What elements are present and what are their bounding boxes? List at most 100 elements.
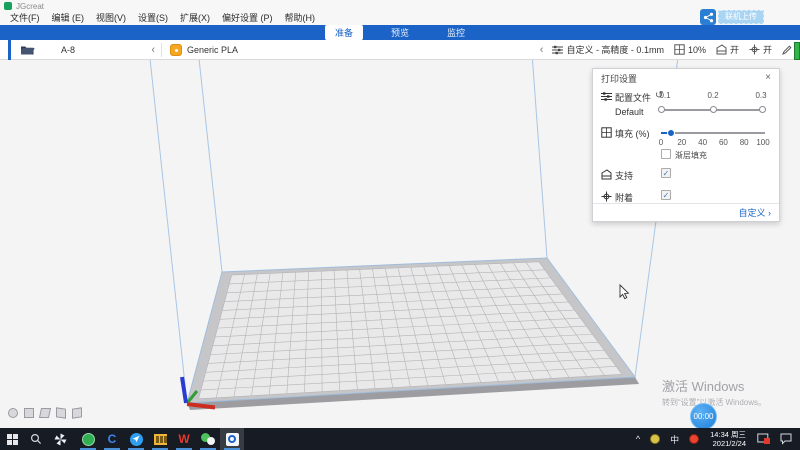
menu-help[interactable]: 帮助(H) [279, 12, 322, 25]
gradual-infill-label: 渐层填充 [675, 150, 707, 161]
infill-tick-0: 0 [659, 138, 663, 147]
search-button[interactable] [24, 428, 48, 450]
infill-tick-80: 80 [740, 138, 749, 147]
taskbar-app-wechat[interactable] [196, 428, 220, 450]
edit-pencil-icon[interactable] [782, 45, 792, 55]
profile-sliders-icon [601, 91, 612, 102]
infill-summary-value: 10% [688, 45, 706, 55]
adhesion-checkbox[interactable]: ✓ [661, 190, 671, 200]
window-title: JGcreat [16, 2, 44, 11]
material-selector[interactable]: Generic PLA [162, 40, 246, 60]
tray-red-icon[interactable] [684, 434, 704, 444]
gradual-infill-checkbox[interactable] [661, 149, 671, 159]
view-top-icon[interactable] [39, 408, 51, 418]
app-logo-icon [4, 2, 12, 10]
axis-z [182, 377, 186, 403]
taskbar-app-green[interactable] [76, 428, 100, 450]
tab-preview[interactable]: 预览 [381, 25, 419, 40]
support-icon [716, 44, 727, 55]
menu-bar: 文件(F) 编辑 (E) 视图(V) 设置(S) 扩展(X) 偏好设置 (P) … [0, 12, 800, 25]
profile-knob-02[interactable] [710, 106, 717, 113]
view-front-icon[interactable] [24, 408, 34, 418]
taskbar-clock[interactable]: 14:34 周三 2021/2/24 [704, 430, 752, 448]
menu-edit[interactable]: 编辑 (E) [46, 12, 91, 25]
infill-label: 填充 (%) [615, 127, 650, 140]
customize-button[interactable]: 自定义 › [739, 206, 772, 219]
view-right-icon[interactable] [72, 407, 82, 418]
view-3d-icon[interactable] [8, 408, 18, 418]
support-row-icon [601, 169, 612, 180]
clock-date: 2021/2/24 [710, 439, 746, 448]
panel-header[interactable]: 打印设置 × [593, 69, 779, 87]
toolbar-accent [8, 40, 11, 60]
infill-row-icon [601, 127, 612, 138]
profile-knob-03[interactable] [759, 106, 766, 113]
menu-preferences[interactable]: 偏好设置 (P) [216, 12, 279, 25]
mouse-cursor [620, 285, 628, 299]
material-icon [170, 44, 182, 56]
infill-slider-track[interactable] [661, 132, 765, 134]
infill-tick-20: 20 [677, 138, 686, 147]
support-summary-state: 开 [730, 43, 739, 56]
chevron-collapse-icon[interactable]: ‹ [534, 44, 550, 56]
infill-tick-100: 100 [756, 138, 769, 147]
search-icon [30, 433, 42, 445]
close-icon[interactable]: × [765, 73, 771, 83]
infill-icon [674, 44, 685, 55]
panel-title: 打印设置 [601, 72, 637, 85]
taskbar-app-c[interactable]: C [100, 428, 124, 450]
menu-settings[interactable]: 设置(S) [132, 12, 174, 25]
infill-slider-handle[interactable] [667, 129, 675, 137]
menu-extensions[interactable]: 扩展(X) [174, 12, 216, 25]
taskbar-app-jgcreat[interactable] [220, 428, 244, 450]
sliders-icon [552, 45, 563, 55]
windows-logo-icon [7, 434, 18, 445]
open-file-button[interactable] [12, 40, 43, 60]
support-checkbox[interactable]: ✓ [661, 168, 671, 178]
view-left-icon[interactable] [56, 407, 66, 418]
stage-bar: 准备 预览 监控 [0, 25, 800, 40]
adhesion-row-icon [601, 191, 612, 202]
action-center-button[interactable] [775, 433, 800, 445]
menu-file[interactable]: 文件(F) [4, 12, 46, 25]
network-upload-button[interactable]: 联机上传 [700, 8, 764, 26]
menu-view[interactable]: 视图(V) [90, 12, 132, 25]
taskbar-app-messenger[interactable] [124, 428, 148, 450]
w-app-icon: W [178, 432, 189, 446]
color-swatch-sliver [794, 42, 800, 60]
infill-tick-60: 60 [719, 138, 728, 147]
screen-recorder-bubble[interactable]: 00:00 [690, 403, 717, 430]
start-button[interactable] [0, 428, 24, 450]
tab-prepare[interactable]: 准备 [325, 25, 363, 40]
printer-name: A-8 [61, 45, 75, 55]
action-center-icon [780, 433, 792, 445]
taskbar-app-bank[interactable] [148, 428, 172, 450]
system-tray: ^ 中 14:34 周三 2021/2/24 [631, 430, 800, 448]
folder-icon [20, 44, 35, 56]
profile-tick-02: 0.2 [707, 91, 718, 100]
profile-knob-01[interactable] [658, 106, 665, 113]
ime-indicator[interactable]: 中 [665, 433, 684, 446]
chevron-left-icon[interactable]: ‹ [145, 44, 161, 56]
profile-default-label: Default [615, 107, 644, 117]
taskbar-app-w[interactable]: W [172, 428, 196, 450]
print-settings-summary[interactable]: ‹ 自定义 - 高精度 - 0.1mm 10% 开 开 [534, 43, 800, 56]
tray-notification[interactable] [752, 433, 775, 445]
windows-taskbar: C W ^ 中 [0, 428, 800, 450]
profile-tick-03: 0.3 [755, 91, 766, 100]
window-titlebar: JGcreat [0, 0, 800, 12]
tray-yellow-icon[interactable] [645, 434, 665, 444]
printer-selector[interactable]: A-8 ‹ [43, 44, 161, 56]
clock-time: 14:34 周三 [710, 430, 746, 439]
profile-summary-label: 自定义 - 高精度 - 0.1mm [566, 43, 664, 56]
material-name: Generic PLA [187, 45, 238, 55]
adhesion-icon [749, 44, 760, 55]
infill-tick-40: 40 [698, 138, 707, 147]
taskbar-app-pinwheel[interactable] [48, 428, 72, 450]
tab-monitor[interactable]: 监控 [437, 25, 475, 40]
pinwheel-icon [54, 433, 67, 446]
wechat-icon [201, 433, 215, 445]
configuration-toolbar: A-8 ‹ Generic PLA ‹ 自定义 - 高精度 - 0.1mm 10… [0, 40, 800, 60]
tray-caret[interactable]: ^ [631, 434, 645, 444]
notification-icon [757, 433, 770, 445]
